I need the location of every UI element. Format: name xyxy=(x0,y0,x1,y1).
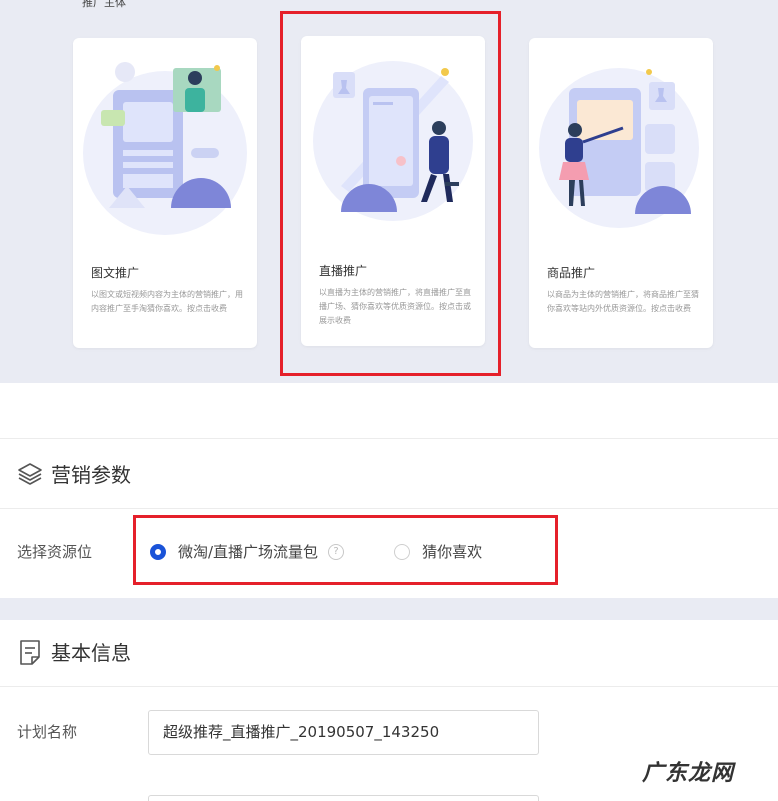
card-description: 以商品为主体的营销推广，将商品推广至猜你喜欢等站内外优质资源位。按点击收费 xyxy=(547,290,699,313)
card-image-text-promotion[interactable]: 图文推广 以图文或短视频内容为主体的营销推广，用内容推广至手淘猜你喜欢。按点击收… xyxy=(73,38,257,348)
divider xyxy=(0,686,778,687)
layers-icon xyxy=(18,462,42,485)
card-product-promotion[interactable]: 商品推广 以商品为主体的营销推广，将商品推广至猜你喜欢等站内外优质资源位。按点击… xyxy=(529,38,713,348)
section-title: 基本信息 xyxy=(51,641,131,665)
watermark: 广东龙网 xyxy=(642,761,735,786)
basic-info-header: 基本信息 xyxy=(17,637,131,666)
red-highlight-box xyxy=(133,515,558,585)
card-title: 商品推广 xyxy=(547,266,596,280)
image-text-illustration xyxy=(83,62,247,235)
next-field-input[interactable] xyxy=(148,795,539,801)
red-highlight-box xyxy=(280,11,501,376)
divider xyxy=(0,508,778,509)
divider xyxy=(0,438,778,439)
card-description: 以图文或短视频内容为主体的营销推广，用内容推广至手淘猜你喜欢。按点击收费 xyxy=(91,290,243,313)
promotion-type-area: 推广主体 图文推广 以图文或短视频内容为主体的营销推广，用内容推广至手淘猜你喜欢… xyxy=(0,0,778,383)
card-title: 图文推广 xyxy=(91,266,140,280)
product-illustration xyxy=(539,68,699,228)
plan-name-input[interactable]: 超级推荐_直播推广_20190507_143250 xyxy=(148,710,539,755)
section-label: 推广主体 xyxy=(82,0,126,9)
section-separator xyxy=(0,598,778,620)
marketing-params-header: 营销参数 xyxy=(17,459,131,488)
resource-position-label: 选择资源位 xyxy=(17,543,93,561)
section-title: 营销参数 xyxy=(51,463,131,487)
plan-name-label: 计划名称 xyxy=(17,723,78,741)
document-icon xyxy=(20,639,40,665)
